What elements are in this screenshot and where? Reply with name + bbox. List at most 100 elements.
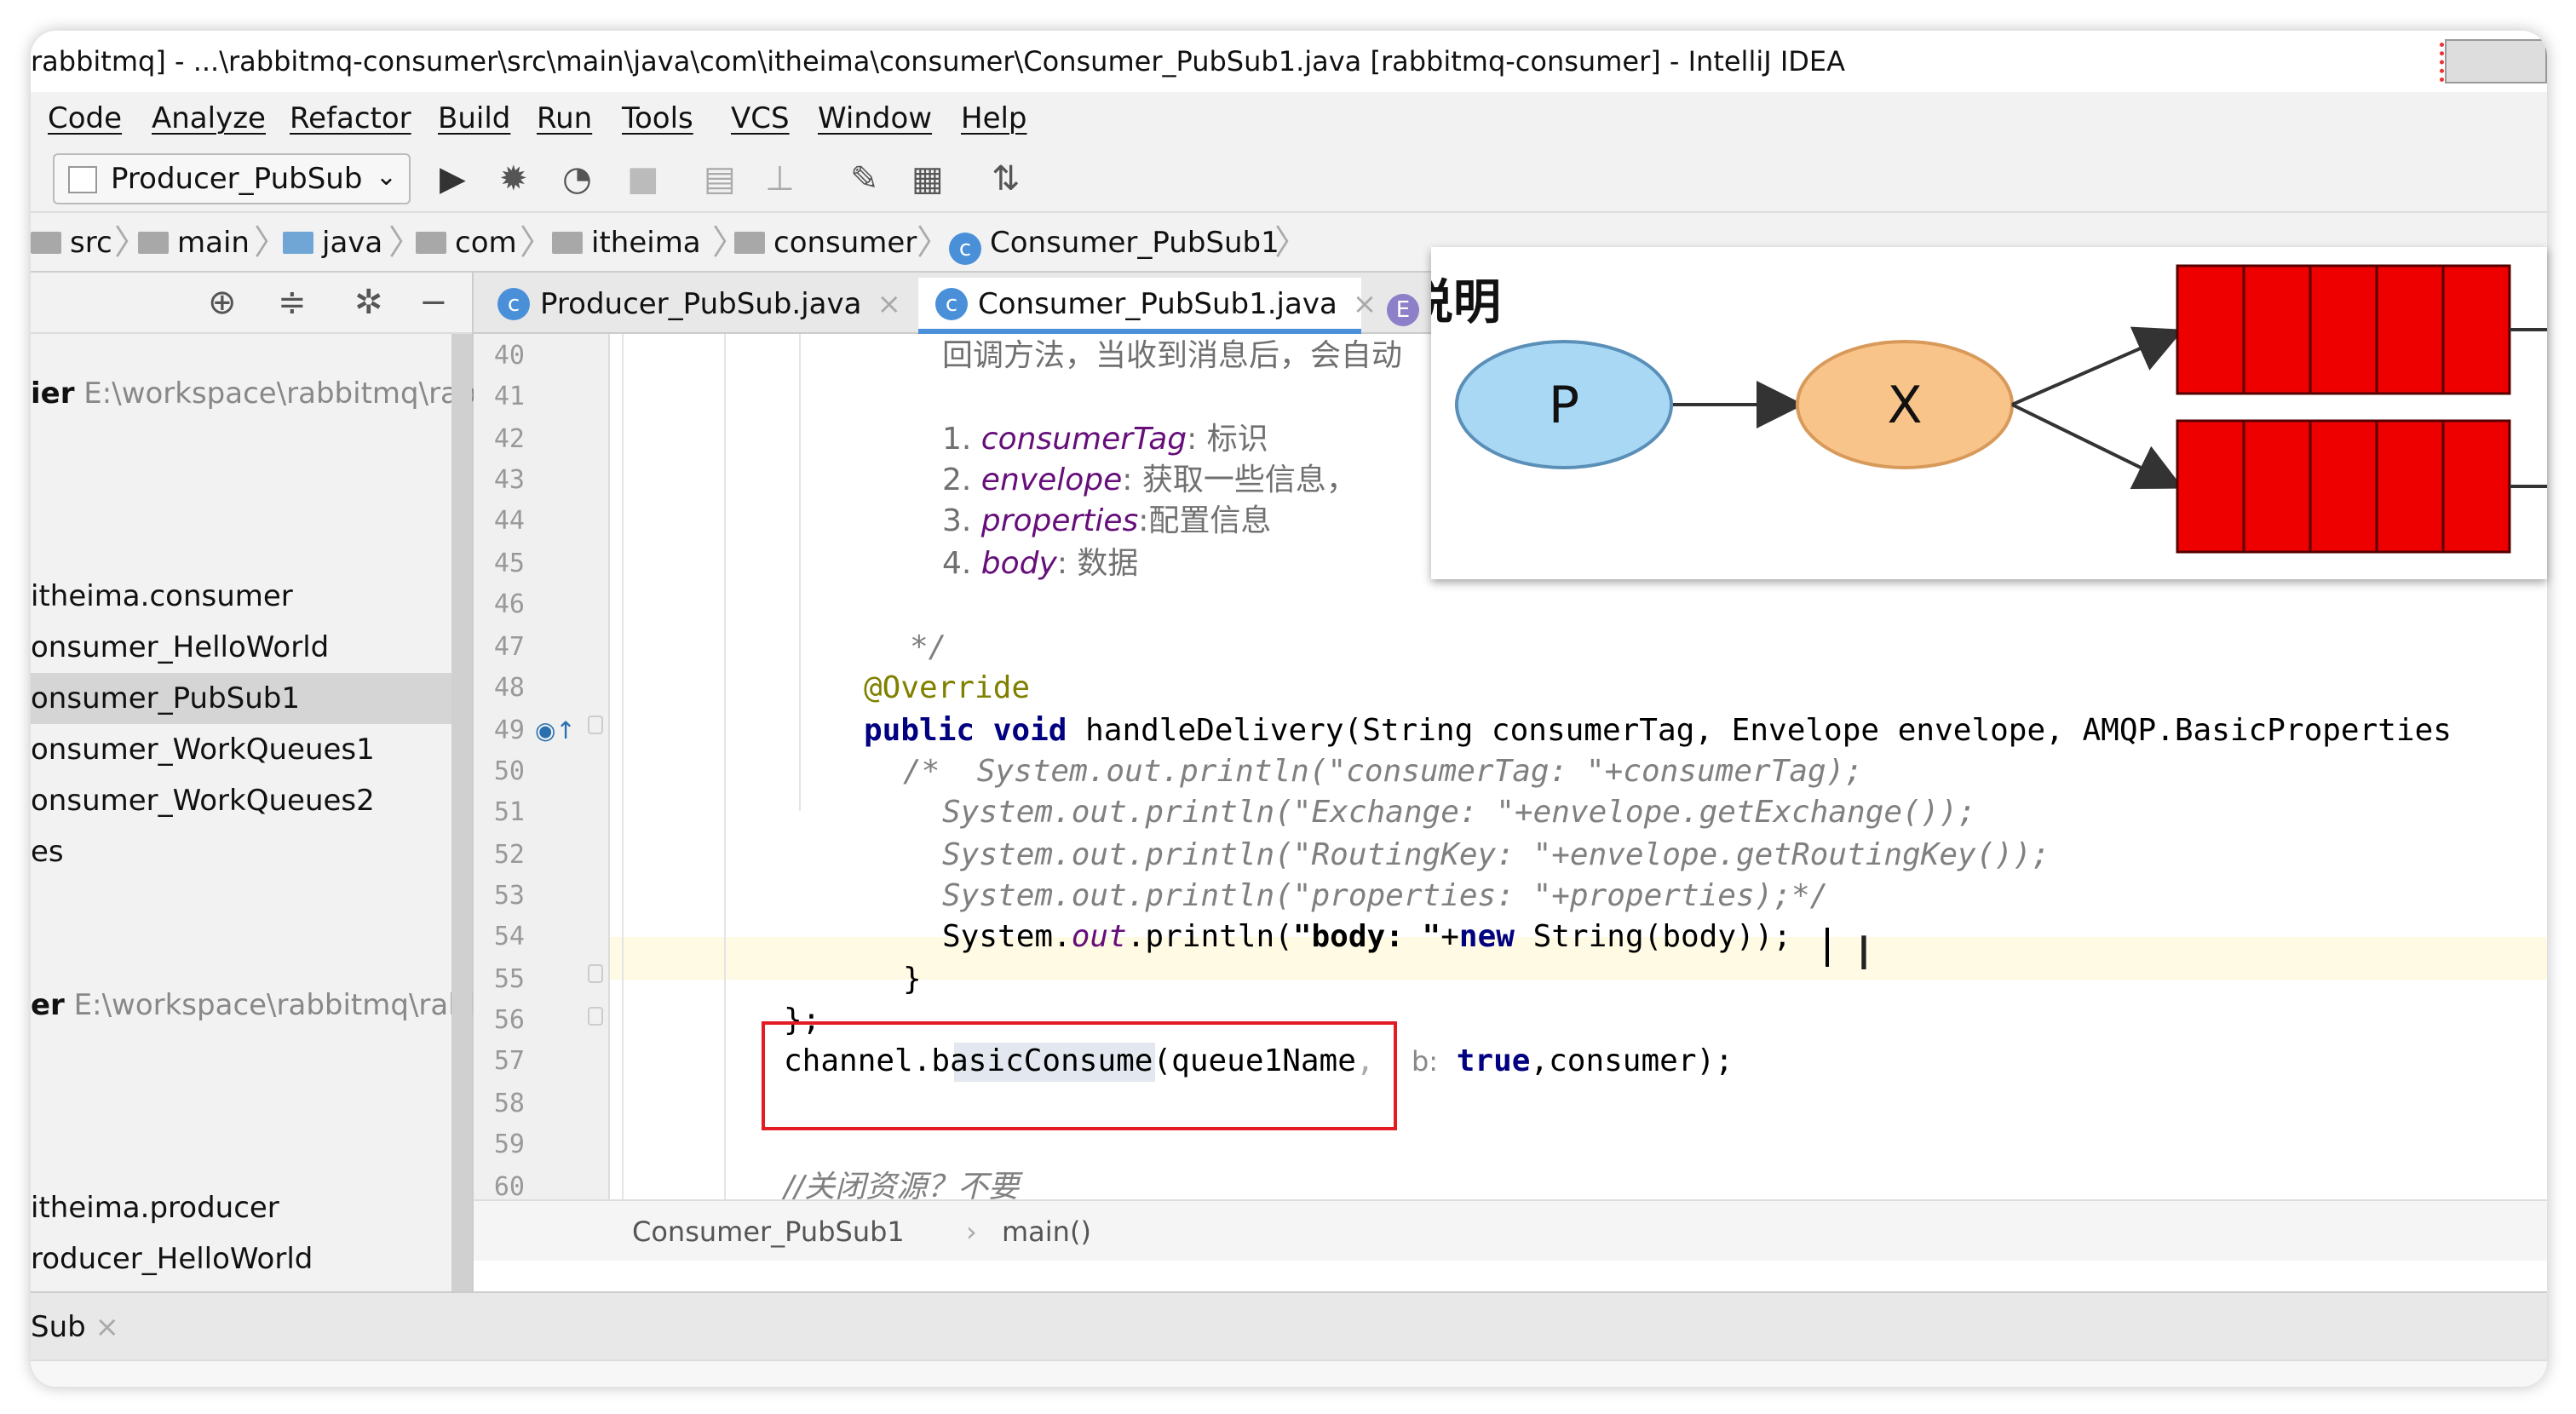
breadcrumb-consumer[interactable]: consumer [734, 213, 917, 273]
window-title: rabbitmq] - ...\rabbitmq-consumer\src\ma… [31, 45, 1846, 78]
class-icon: c [935, 288, 968, 320]
tree-file-consumer-workqueues1[interactable]: onsumer_WorkQueues1 [31, 724, 375, 775]
package-icon [734, 232, 765, 254]
tree-file-consumer-helloworld[interactable]: onsumer_HelloWorld [31, 622, 329, 673]
project-tool-window: ⊕ ≑ ✲ − ier E:\workspace\rabbitmq\rab it… [31, 273, 476, 1291]
run-tab[interactable]: Sub × [31, 1293, 119, 1361]
settings-wrench-icon[interactable]: ✎ [850, 158, 879, 199]
parameter-hint: b: [1411, 1045, 1439, 1078]
locate-icon[interactable]: ⊕ [208, 281, 237, 324]
menu-tools[interactable]: Tools [622, 92, 693, 145]
class-icon: c [949, 233, 981, 265]
project-scrollbar[interactable] [451, 334, 472, 1291]
breadcrumb-java[interactable]: java [283, 213, 382, 273]
menu-code[interactable]: Code [48, 92, 122, 145]
breadcrumb-com[interactable]: com [416, 213, 517, 273]
code-line-45: 4. body: 数据 [942, 546, 1139, 581]
menu-window[interactable]: Window [818, 92, 932, 145]
gear-icon[interactable]: ✲ [354, 281, 383, 324]
menu-bar: Code Analyze Refactor Build Run Tools VC… [31, 92, 2547, 145]
close-icon[interactable]: × [95, 1310, 120, 1344]
main-toolbar: Producer_PubSub ⌄ ▶ ✹ ◔ ■ ▤ ⊥ ✎ ▦ ⇅ [31, 145, 2547, 213]
line-number: 56 [493, 1005, 525, 1035]
package-icon [416, 232, 446, 254]
menu-run[interactable]: Run [537, 92, 592, 145]
tab-consumer-pubsub1[interactable]: c Consumer_PubSub1.java × [918, 278, 1377, 334]
override-marker-icon[interactable]: ◉↑ [535, 714, 576, 748]
code-line-49: public void handleDelivery(String consum… [864, 713, 2452, 748]
run-icon[interactable]: ▶ [440, 158, 466, 199]
menu-build[interactable]: Build [438, 92, 510, 145]
tree-file-producer-helloworld[interactable]: roducer_HelloWorld [31, 1233, 313, 1285]
line-number: 54 [493, 922, 525, 951]
text-cursor-icon: I [1857, 927, 1871, 980]
tree-file-consumer-workqueues2[interactable]: onsumer_WorkQueues2 [31, 775, 375, 826]
sdk-icon[interactable]: ▦ [911, 158, 944, 199]
exchange-label: X [1887, 376, 1922, 435]
title-bar: rabbitmq] - ...\rabbitmq-consumer\src\ma… [31, 31, 2547, 92]
pubsub-diagram-overlay: P X 说明 [1431, 247, 2547, 579]
vcs-icon[interactable]: ⇅ [992, 158, 1021, 199]
run-config-label: Producer_PubSub [111, 162, 363, 196]
fold-toggle-icon[interactable] [588, 716, 603, 734]
hide-icon[interactable]: − [419, 281, 448, 324]
line-number: 52 [493, 840, 525, 870]
run-configuration-dropdown[interactable]: Producer_PubSub ⌄ [53, 153, 411, 204]
run-config-icon [68, 166, 97, 193]
line-number: 46 [493, 589, 525, 619]
stop-icon[interactable]: ■ [627, 158, 659, 199]
crumb-class[interactable]: Consumer_PubSub1 [632, 1201, 905, 1262]
coverage-icon[interactable]: ◔ [562, 158, 592, 199]
tree-package-consumer[interactable]: itheima.consumer [31, 571, 293, 622]
line-number: 40 [493, 341, 525, 371]
crumb-method[interactable]: main() [1002, 1201, 1091, 1262]
tree-module-producer[interactable]: er E:\workspace\rabbitmq\rabl [31, 980, 474, 1031]
fold-toggle-icon[interactable] [588, 964, 603, 983]
queue-2 [2176, 419, 2511, 554]
source-folder-icon [283, 232, 313, 254]
debug-icon[interactable]: ✹ [499, 158, 528, 199]
line-number: 43 [493, 465, 525, 495]
tab-producer-pubsub[interactable]: c Producer_PubSub.java × [480, 278, 906, 334]
close-icon[interactable]: × [877, 287, 901, 321]
fold-toggle-icon[interactable] [588, 1007, 603, 1026]
folder-icon [31, 232, 61, 254]
line-number: 44 [493, 506, 525, 536]
line-number: 49 [493, 716, 525, 745]
menu-vcs[interactable]: VCS [731, 92, 790, 145]
project-toolbar: ⊕ ≑ ✲ − [31, 273, 472, 334]
breadcrumb-src[interactable]: src [31, 213, 112, 273]
ide-window: rabbitmq] - ...\rabbitmq-consumer\src\ma… [31, 31, 2547, 1387]
tree-module-consumer[interactable]: ier E:\workspace\rabbitmq\rab [31, 368, 476, 419]
collapse-all-icon[interactable]: ≑ [278, 281, 307, 324]
producer-label: P [1549, 376, 1579, 435]
tree-file-consumer-pubsub1[interactable]: onsumer_PubSub1 [31, 673, 472, 724]
tree-item-es[interactable]: es [31, 826, 64, 877]
code-line-47: */ [910, 629, 947, 664]
line-number: 59 [493, 1129, 525, 1159]
window-control-button[interactable] [2445, 39, 2547, 83]
project-structure-icon[interactable]: ▤ [704, 158, 736, 199]
diagram-title: 说明 [1431, 275, 1501, 331]
code-line-42: 1. consumerTag: 标识 [942, 422, 1268, 457]
breadcrumb-main[interactable]: main [138, 213, 250, 273]
queue-1 [2176, 264, 2511, 395]
tree-package-producer[interactable]: itheima.producer [31, 1182, 279, 1233]
code-line-60: //关闭资源？不要 [784, 1170, 1020, 1199]
menu-refactor[interactable]: Refactor [290, 92, 411, 145]
menu-help[interactable]: Help [961, 92, 1027, 145]
menu-analyze[interactable]: Analyze [152, 92, 266, 145]
build-icon[interactable]: ⊥ [765, 158, 795, 199]
code-line-43: 2. envelope: 获取一些信息， [942, 463, 1357, 497]
breadcrumb-itheima[interactable]: itheima [552, 213, 701, 273]
code-line-48: @Override [864, 670, 1031, 705]
editor-breadcrumb: Consumer_PubSub1 › main() [474, 1199, 2547, 1261]
run-tool-window-tabs: Sub × [31, 1291, 2547, 1359]
breadcrumb-class[interactable]: c Consumer_PubSub1 [949, 213, 1279, 273]
code-line-52: System.out.println("RoutingKey: "+envelo… [942, 837, 2050, 872]
code-line-44: 3. properties:配置信息 [942, 503, 1272, 538]
enum-icon: E [1387, 294, 1419, 326]
code-line-54: System.out.println("body: "+new String(b… [942, 919, 1792, 954]
line-number: 53 [493, 881, 525, 911]
exchange-to-queue1-arrow [2011, 326, 2184, 406]
